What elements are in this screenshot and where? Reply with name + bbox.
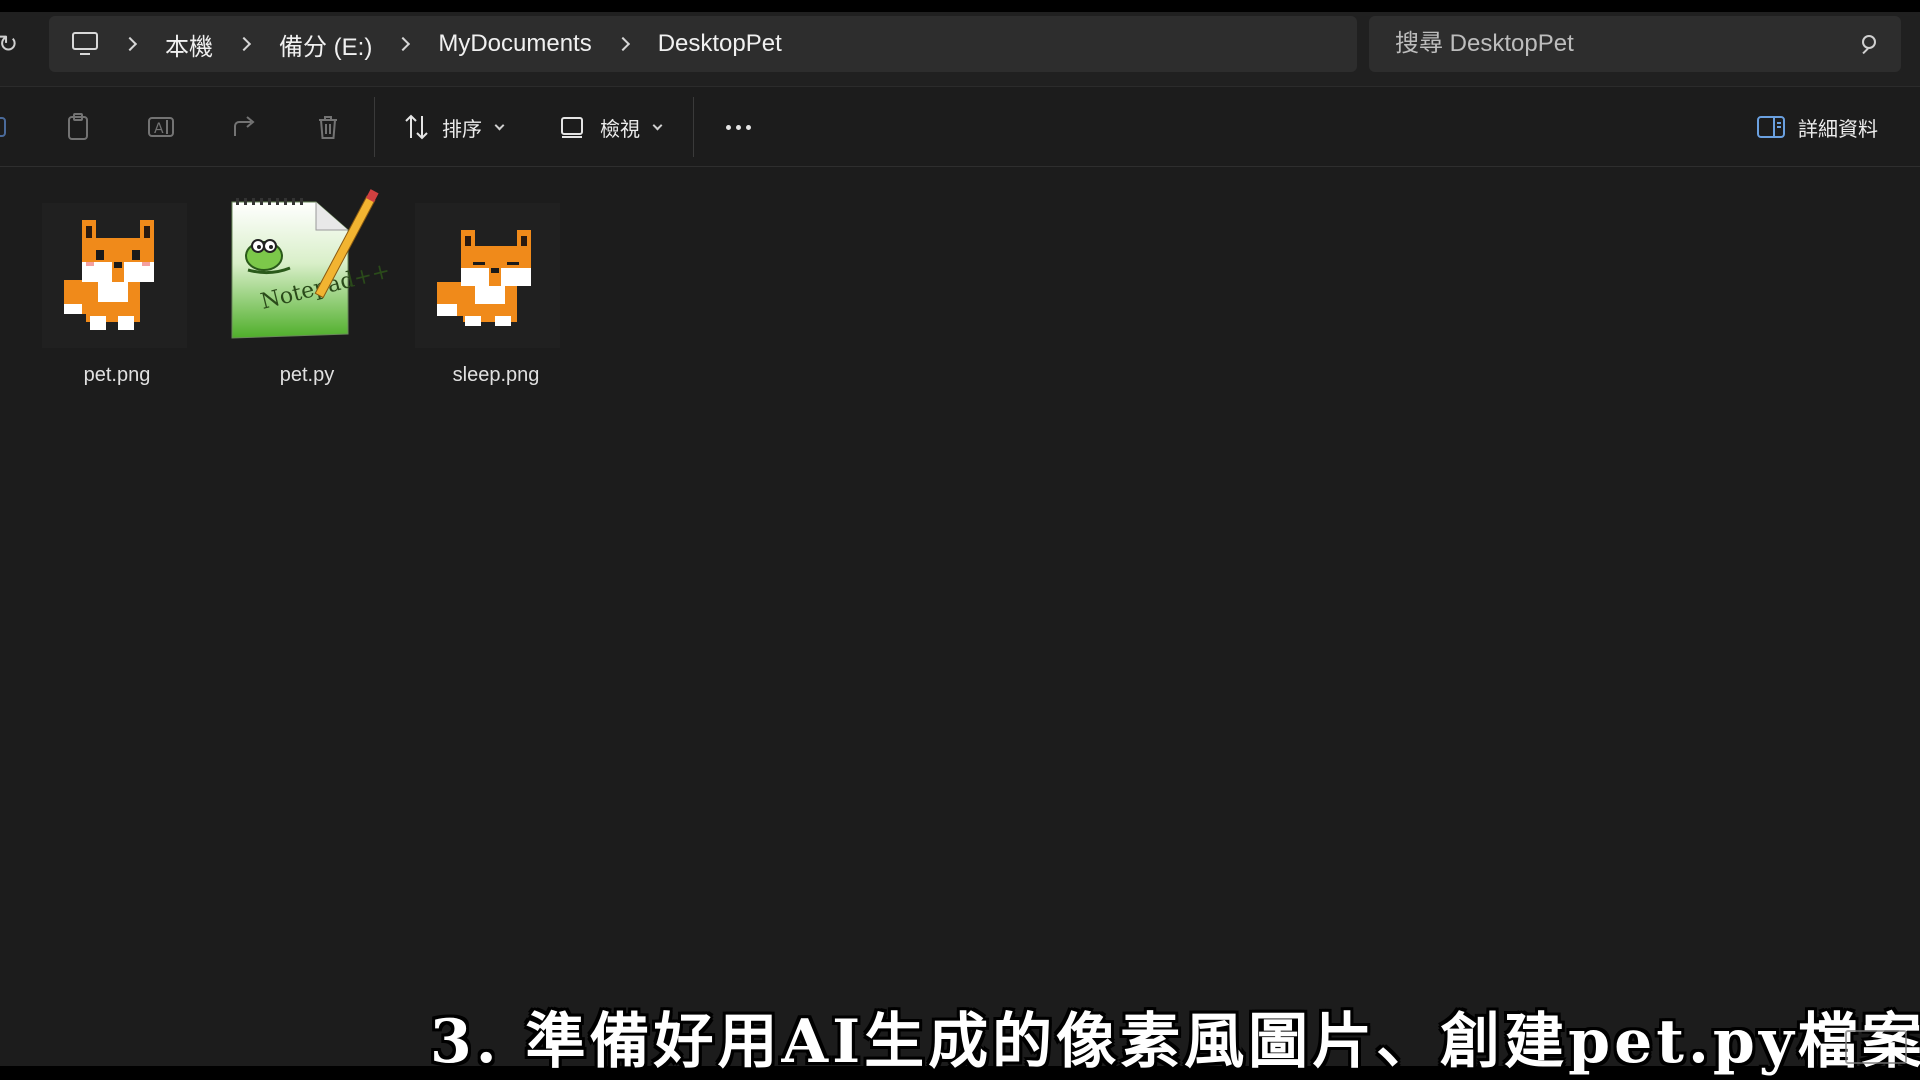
- details-pane-button[interactable]: 詳細資料: [1756, 103, 1896, 151]
- details-label: 詳細資料: [1798, 118, 1878, 141]
- cut-icon: [0, 117, 6, 137]
- view-icon: [561, 117, 583, 138]
- file-item[interactable]: sleep.png: [395, 198, 565, 398]
- view-label: 檢視: [600, 118, 640, 141]
- trash-icon: [319, 116, 337, 139]
- file-name: pet.png: [83, 364, 151, 386]
- chevron-down-icon: [494, 120, 505, 130]
- file-item[interactable]: Notepad++ pet.py: [208, 189, 390, 398]
- search-icon[interactable]: [1859, 34, 1881, 56]
- file-name: pet.py: [279, 364, 335, 386]
- svg-text:A: A: [154, 121, 164, 137]
- breadcrumb-drive-e[interactable]: 備分 (E:): [279, 27, 372, 62]
- computer-icon[interactable]: [71, 30, 99, 58]
- file-name: sleep.png: [452, 364, 540, 386]
- chevron-right-icon[interactable]: [615, 36, 630, 52]
- cut-button[interactable]: [0, 103, 12, 151]
- chevron-right-icon[interactable]: [236, 36, 252, 52]
- toolbar-divider: [374, 97, 375, 157]
- search-box[interactable]: [1369, 16, 1901, 72]
- chevron-down-icon: [652, 120, 663, 130]
- file-item[interactable]: pet.png: [22, 198, 192, 398]
- share-button[interactable]: [223, 103, 267, 151]
- copy-button[interactable]: [56, 103, 100, 151]
- fox-sitting-pixel-icon: [64, 220, 154, 330]
- rename-icon: A: [148, 117, 174, 137]
- rename-button[interactable]: A: [139, 103, 183, 151]
- fox-sleeping-pixel-icon: [437, 230, 531, 326]
- video-subtitle: 3. 準備好用AI生成的像素風圖片、創建pet.py檔案: [430, 1007, 1920, 1077]
- more-icon: [725, 124, 751, 130]
- more-options-button[interactable]: [716, 103, 760, 151]
- details-pane-icon: [1757, 116, 1785, 138]
- chevron-right-icon[interactable]: [122, 36, 138, 52]
- view-button[interactable]: 檢視: [560, 103, 680, 151]
- address-row: ↻ 本機 備分 (E:) MyDocuments DesktopPet: [0, 12, 1920, 87]
- toolbar-divider: [693, 97, 694, 157]
- watermark-icon: [1845, 1030, 1907, 1064]
- command-bar: A 排序 檢視 詳細資料: [0, 87, 1920, 167]
- sort-icon: [405, 114, 428, 140]
- breadcrumb[interactable]: 本機 備分 (E:) MyDocuments DesktopPet: [49, 16, 1357, 72]
- breadcrumb-desktoppet[interactable]: DesktopPet: [658, 30, 782, 58]
- breadcrumb-this-pc[interactable]: 本機: [165, 27, 213, 62]
- file-list: pet.png pet.py sleep.png: [0, 168, 1920, 1066]
- file-explorer-window: ↻ 本機 備分 (E:) MyDocuments DesktopPet 搜尋 D…: [0, 12, 1920, 1066]
- delete-button[interactable]: [306, 103, 350, 151]
- sort-button[interactable]: 排序: [402, 103, 522, 151]
- back-arrow-icon[interactable]: ↻: [0, 30, 18, 58]
- search-input[interactable]: [1395, 16, 1835, 72]
- notepad-plus-plus-icon: Notepad++: [231, 189, 390, 339]
- chevron-right-icon[interactable]: [396, 36, 411, 52]
- breadcrumb-mydocuments[interactable]: MyDocuments: [438, 30, 591, 58]
- share-icon: [234, 116, 255, 136]
- sort-label: 排序: [442, 118, 482, 141]
- copy-icon: [68, 113, 88, 140]
